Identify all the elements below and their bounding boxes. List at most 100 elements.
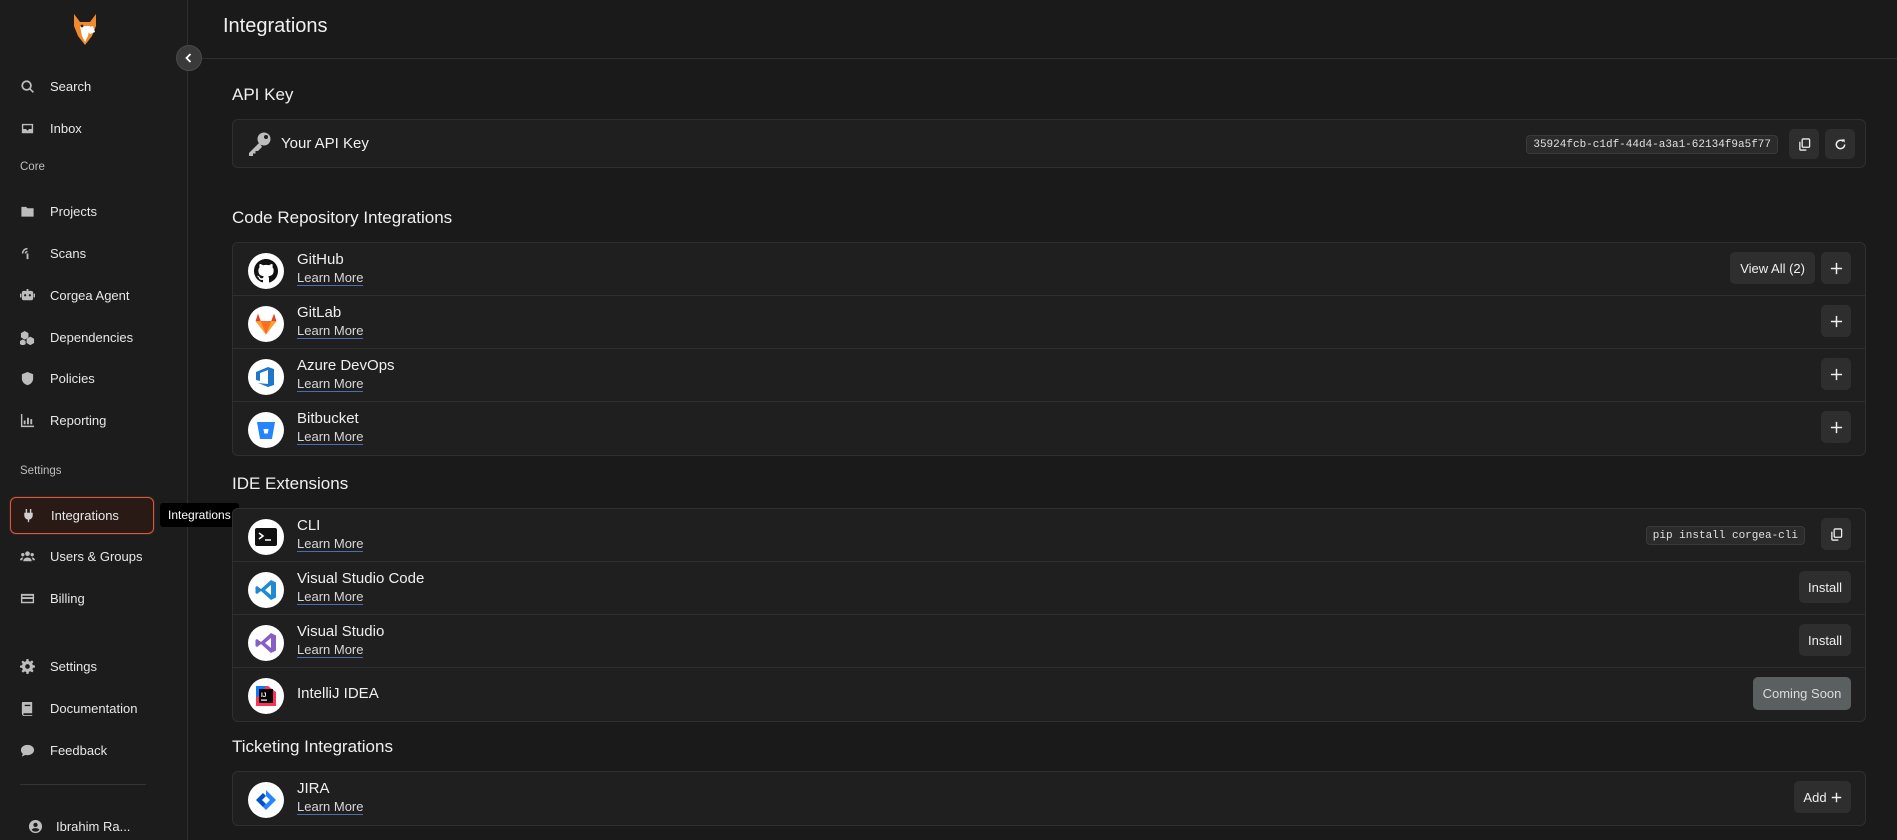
integration-name: JIRA	[297, 780, 330, 797]
add-gitlab-button[interactable]	[1821, 305, 1851, 337]
sidebar-item-documentation[interactable]: Documentation	[10, 690, 154, 726]
refresh-icon	[1835, 138, 1845, 149]
learn-more-link[interactable]: Learn More	[297, 537, 364, 552]
sidebar-item-corgea-agent[interactable]: Corgea Agent	[10, 277, 154, 313]
sidebar-item-label: Users & Groups	[50, 548, 143, 564]
add-github-button[interactable]	[1821, 252, 1851, 284]
chart-icon	[19, 412, 35, 428]
sidebar: Search Inbox Core Projects Scans Corgea …	[0, 0, 239, 840]
key-icon	[249, 132, 271, 156]
learn-more-link[interactable]: Learn More	[297, 800, 364, 815]
sidebar-item-reporting[interactable]: Reporting	[10, 402, 154, 438]
integration-name: GitLab	[297, 304, 342, 321]
integration-name: CLI	[297, 517, 321, 534]
api-key-label: Your API Key	[281, 135, 369, 152]
sidebar-item-label: Documentation	[50, 700, 138, 716]
integration-row-cli: CLI Learn More pip install corgea-cli	[233, 509, 1865, 562]
code-repos-card: GitHub Learn More View All (2) GitLab Le…	[232, 242, 1866, 456]
dependencies-icon	[19, 329, 35, 345]
learn-more-link[interactable]: Learn More	[297, 430, 364, 445]
add-bitbucket-button[interactable]	[1821, 411, 1851, 443]
corgea-fox-logo[interactable]	[68, 12, 102, 48]
sidebar-item-dependencies[interactable]: Dependencies	[10, 319, 154, 355]
sidebar-item-label: Billing	[50, 590, 85, 606]
collapse-sidebar-button[interactable]	[176, 45, 202, 71]
learn-more-link[interactable]: Learn More	[297, 271, 364, 286]
install-visual-studio-button[interactable]: Install	[1799, 624, 1851, 656]
integration-row-github: GitHub Learn More View All (2)	[233, 243, 1865, 296]
sidebar-item-feedback[interactable]: Feedback	[10, 732, 154, 768]
add-jira-button[interactable]: Add	[1794, 781, 1851, 813]
copy-icon	[1798, 137, 1810, 151]
sidebar-item-billing[interactable]: Billing	[10, 580, 154, 616]
user-icon	[27, 818, 43, 834]
sidebar-item-settings[interactable]: Settings	[10, 648, 154, 684]
sidebar-item-policies[interactable]: Policies	[10, 360, 154, 396]
intellij-icon: IJ	[248, 678, 284, 714]
sidebar-item-inbox[interactable]: Inbox	[10, 110, 154, 146]
install-vscode-button[interactable]: Install	[1799, 571, 1851, 603]
integration-row-intellij: IJ IntelliJ IDEA Coming Soon	[233, 668, 1865, 721]
sidebar-item-label: Inbox	[50, 120, 82, 136]
svg-text:IJ: IJ	[261, 692, 267, 699]
visual-studio-icon	[248, 625, 284, 661]
sidebar-item-search[interactable]: Search	[10, 68, 154, 104]
terminal-icon	[248, 519, 284, 555]
learn-more-link[interactable]: Learn More	[297, 643, 364, 658]
integration-row-visual-studio: Visual Studio Learn More Install	[233, 615, 1865, 668]
integration-name: Azure DevOps	[297, 357, 395, 374]
vscode-icon	[248, 572, 284, 608]
sidebar-item-label: Settings	[50, 658, 97, 674]
plus-icon	[1831, 792, 1841, 802]
sidebar-item-label: Corgea Agent	[50, 287, 130, 303]
sidebar-item-label: Feedback	[50, 742, 108, 758]
copy-api-key-button[interactable]	[1789, 129, 1819, 159]
integration-name: IntelliJ IDEA	[297, 685, 379, 702]
integration-name: GitHub	[297, 251, 344, 268]
users-icon	[19, 548, 35, 564]
regenerate-api-key-button[interactable]	[1825, 129, 1855, 159]
integration-row-azure-devops: Azure DevOps Learn More	[233, 349, 1865, 402]
book-icon	[19, 700, 35, 716]
search-icon	[19, 78, 35, 94]
sidebar-item-label: Reporting	[50, 412, 107, 428]
credit-card-icon	[19, 590, 35, 606]
sidebar-item-integrations[interactable]: Integrations	[10, 497, 154, 534]
api-key-value[interactable]: 35924fcb-c1df-44d4-a3a1-62134f9a5f77	[1526, 135, 1778, 154]
jira-icon	[248, 782, 284, 818]
plus-icon	[1830, 262, 1842, 274]
add-azure-devops-button[interactable]	[1821, 358, 1851, 390]
sidebar-item-scans[interactable]: Scans	[10, 235, 154, 271]
chevron-left-icon	[185, 53, 192, 63]
sidebar-item-users-groups[interactable]: Users & Groups	[10, 538, 154, 574]
user-menu[interactable]: Ibrahim Ra...	[10, 808, 154, 840]
sidebar-item-projects[interactable]: Projects	[10, 193, 154, 229]
sidebar-item-label: Projects	[50, 203, 97, 219]
sidebar-item-label: Dependencies	[50, 329, 134, 345]
page-header: Integrations	[189, 0, 1897, 59]
coming-soon-button: Coming Soon	[1753, 677, 1851, 710]
section-title-ticketing: Ticketing Integrations	[232, 737, 393, 756]
learn-more-link[interactable]: Learn More	[297, 324, 364, 339]
plus-icon	[1830, 315, 1842, 327]
user-name: Ibrahim Ra...	[56, 818, 131, 834]
section-title-code-repos: Code Repository Integrations	[232, 208, 453, 227]
view-all-github-button[interactable]: View All (2)	[1730, 252, 1815, 284]
copy-cli-command-button[interactable]	[1821, 518, 1851, 550]
chat-icon	[19, 742, 35, 758]
tooltip: Integrations	[160, 503, 239, 527]
sidebar-item-label: Scans	[50, 245, 87, 261]
section-label-core: Core	[20, 161, 45, 173]
page-title: Integrations	[223, 15, 328, 37]
cli-install-command[interactable]: pip install corgea-cli	[1645, 526, 1805, 545]
add-jira-label: Add	[1803, 789, 1827, 805]
learn-more-link[interactable]: Learn More	[297, 377, 364, 392]
sidebar-item-label: Integrations	[51, 508, 119, 523]
inbox-icon	[19, 120, 35, 136]
api-key-card: Your API Key 35924fcb-c1df-44d4-a3a1-621…	[232, 119, 1866, 168]
sidebar-item-label: Search	[50, 78, 92, 94]
folder-icon	[19, 203, 35, 219]
learn-more-link[interactable]: Learn More	[297, 590, 364, 605]
plus-icon	[1830, 421, 1842, 433]
bitbucket-icon	[248, 412, 284, 448]
